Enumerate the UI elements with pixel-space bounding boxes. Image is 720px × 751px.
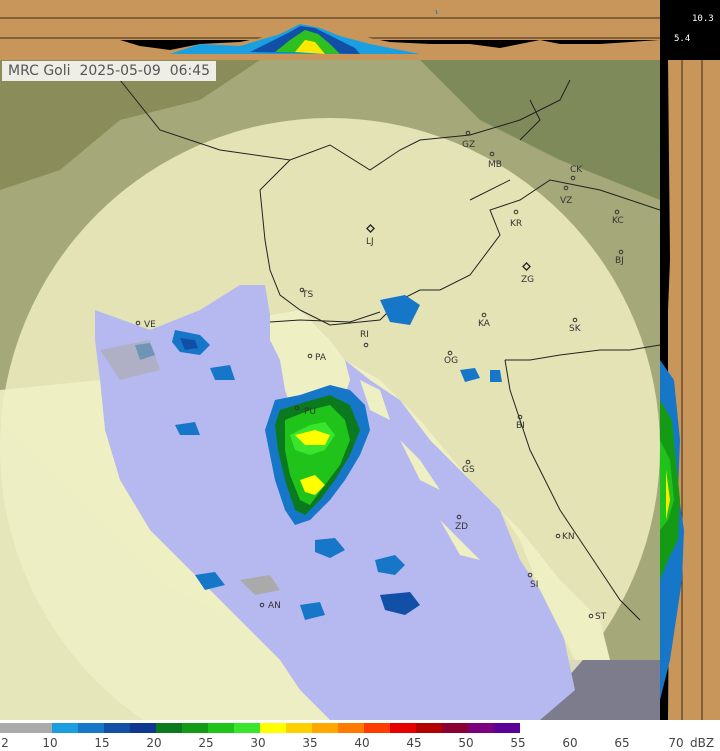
right-height-profile [660, 60, 720, 720]
profile-top-value: 10.3 [692, 14, 714, 24]
city-marker-ts: TS [299, 287, 313, 300]
legend-swatch [78, 723, 104, 733]
radar-name: MRC Goli [8, 63, 71, 79]
legend-tick-label: 45 [406, 736, 422, 750]
legend-swatch [208, 723, 234, 733]
radar-map[interactable]: GZ MB CK VZ KR KC LJ ZG BJ TS VE RI KA S… [0, 60, 660, 720]
svg-text:BI: BI [516, 421, 525, 431]
legend-swatch [260, 723, 286, 733]
top-height-profile [0, 0, 660, 60]
legend-swatch [312, 723, 338, 733]
legend-swatch [26, 723, 52, 733]
legend-tick-label: 55 [510, 736, 526, 750]
svg-text:MB: MB [488, 160, 502, 170]
svg-text:KN: KN [562, 532, 575, 542]
svg-text:GZ: GZ [462, 140, 475, 150]
legend-swatch [0, 723, 26, 733]
legend-tick-label: 25 [198, 736, 214, 750]
legend-swatch [182, 723, 208, 733]
legend-tick-label: 20 [146, 736, 162, 750]
legend-color-bar [0, 723, 520, 733]
legend-swatch [338, 723, 364, 733]
legend-tick-label: 60 [562, 736, 578, 750]
svg-text:PU: PU [304, 407, 316, 417]
svg-text:KC: KC [612, 216, 624, 226]
radar-info-label: MRC Goli 2025-05-09 06:45 [2, 61, 217, 81]
svg-text:PA: PA [315, 353, 327, 363]
legend-tick-label: 65 [614, 736, 630, 750]
profile-bottom-value: 5.4 [674, 34, 691, 44]
svg-text:GS: GS [462, 465, 475, 475]
radar-time: 06:45 [169, 63, 211, 79]
svg-text:VE: VE [144, 320, 156, 330]
profile-scale-box: 10.3 5.4 [660, 0, 720, 60]
legend-swatch [286, 723, 312, 733]
legend-unit: dBZ [690, 736, 715, 750]
legend-swatch [156, 723, 182, 733]
legend-tick-label: 70 [668, 736, 684, 750]
svg-text:RI: RI [360, 330, 369, 340]
legend-swatch [52, 723, 78, 733]
legend-tick-label: 15 [94, 736, 110, 750]
legend-swatch [104, 723, 130, 733]
radar-date: 2025-05-09 [79, 63, 161, 79]
legend-swatch [364, 723, 390, 733]
svg-text:SI: SI [530, 580, 538, 590]
svg-text:TS: TS [301, 290, 313, 300]
legend-tick-label: 50 [458, 736, 474, 750]
svg-text:VZ: VZ [560, 196, 572, 206]
legend-swatch [390, 723, 416, 733]
svg-text:KA: KA [478, 319, 491, 329]
svg-text:ZG: ZG [521, 275, 534, 285]
legend-tick-label: 35 [302, 736, 318, 750]
svg-text:OG: OG [444, 356, 458, 366]
legend-swatch [442, 723, 468, 733]
legend-swatch [416, 723, 442, 733]
svg-text:KR: KR [510, 219, 522, 229]
svg-text:BJ: BJ [615, 256, 624, 266]
svg-text:SK: SK [569, 324, 582, 334]
legend-swatch [234, 723, 260, 733]
svg-text:AN: AN [268, 601, 281, 611]
dbz-legend: 2 10 15 20 25 30 35 40 45 50 55 60 65 70 dBZ [0, 720, 720, 751]
legend-tick-label: 10 [42, 736, 58, 750]
svg-text:LJ: LJ [366, 237, 374, 247]
legend-tick-label: 30 [250, 736, 266, 750]
legend-swatch [130, 723, 156, 733]
svg-text:ST: ST [595, 612, 607, 622]
legend-tick-label: 40 [354, 736, 370, 750]
legend-swatch [494, 723, 520, 733]
legend-tick-label: 2 [1, 736, 9, 750]
legend-swatch [468, 723, 494, 733]
svg-text:CK: CK [570, 165, 583, 175]
svg-text:ZD: ZD [455, 522, 468, 532]
